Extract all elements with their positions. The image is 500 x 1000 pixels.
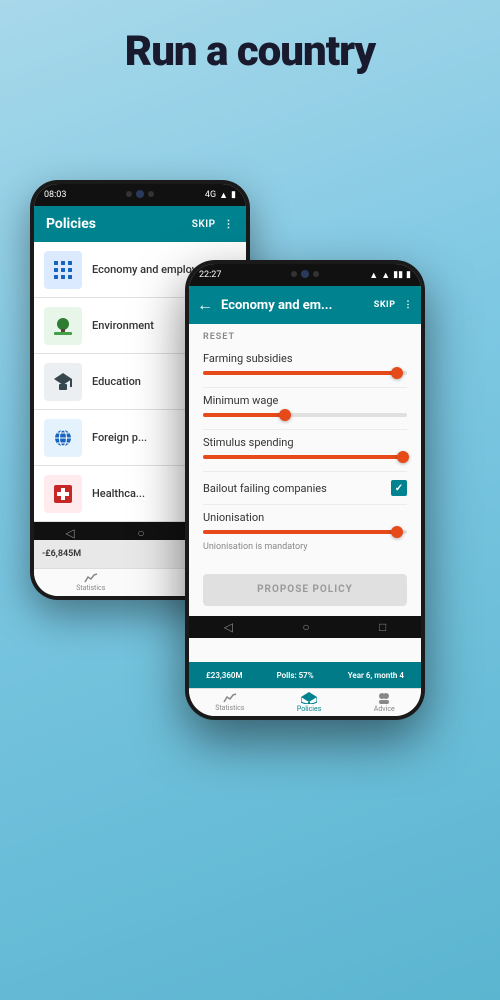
nav-statistics-back[interactable]: Statistics	[76, 573, 105, 592]
camera-area-back	[126, 190, 154, 198]
camera-area-front	[291, 270, 319, 278]
propose-policy-button[interactable]: PROPOSE POLICY	[203, 574, 407, 606]
phone-front: 22:27 ▲ ▲ ▮▮ ▮ ← Economy and em... S	[185, 260, 425, 720]
nav-advice-front[interactable]: Advice	[374, 692, 395, 713]
policy-icon-education	[44, 363, 82, 401]
network-icon-back: 4G	[205, 190, 216, 200]
android-back-back[interactable]: ◁	[65, 526, 74, 540]
nav-advice-label-front: Advice	[374, 705, 395, 713]
farming-slider[interactable]	[203, 371, 407, 375]
amount-back: -£6,845M	[42, 549, 81, 559]
policy-icon-healthcare	[44, 475, 82, 513]
policy-row-farming: Farming subsidies	[203, 346, 407, 388]
android-home-front[interactable]: ○	[302, 620, 309, 634]
farming-slider-fill	[203, 371, 397, 375]
farming-label: Farming subsidies	[203, 352, 407, 365]
policy-icon-environment	[44, 307, 82, 345]
signal-icon-front: ▮▮	[393, 270, 403, 280]
policy-label-education: Education	[92, 375, 141, 388]
policy-row-union: Unionisation Unionisation is mandatory	[203, 505, 407, 564]
union-slider-fill	[203, 530, 397, 534]
stimulus-slider[interactable]	[203, 455, 407, 459]
battery-icon-back: ▮	[231, 190, 236, 200]
camera-dot2-front	[313, 271, 319, 277]
farming-slider-thumb[interactable]	[391, 367, 403, 379]
union-slider-thumb[interactable]	[391, 526, 403, 538]
wifi-icon-front: ▲	[381, 270, 390, 281]
bottom-nav-front: Statistics Policies Ad	[189, 688, 421, 716]
phones-area: 08:03 4G ▲ ▮ Policies SKIP ⋮	[0, 140, 500, 1000]
time-front: 22:27	[199, 270, 221, 280]
bailout-label: Bailout failing companies	[203, 482, 327, 495]
reset-label[interactable]: RESET	[203, 324, 407, 346]
union-slider[interactable]	[203, 530, 407, 534]
time-back: 08:03	[44, 190, 66, 200]
polls-front: Polls: 57%	[277, 671, 314, 680]
policy-detail-content: RESET Farming subsidies Minimum wage	[189, 324, 421, 606]
camera-dot-back	[126, 191, 132, 197]
wage-slider-thumb[interactable]	[279, 409, 291, 421]
app-bar-actions-front: SKIP ⋮	[374, 300, 413, 310]
skip-button-back[interactable]: SKIP	[192, 219, 216, 230]
wage-label: Minimum wage	[203, 394, 407, 407]
app-bar-title-back: Policies	[46, 216, 96, 232]
policy-row-bailout[interactable]: Bailout failing companies ✓	[203, 472, 407, 505]
bottom-status-front: £23,360M Polls: 57% Year 6, month 4	[189, 662, 421, 688]
camera-lens-front	[301, 270, 309, 278]
battery-icon-front: ▮	[406, 270, 411, 280]
stimulus-label: Stimulus spending	[203, 436, 407, 449]
nav-policies-front[interactable]: Policies	[297, 692, 321, 713]
app-bar-back: Policies SKIP ⋮	[34, 206, 246, 242]
wage-slider-fill	[203, 413, 285, 417]
signal-icon-back: ▲	[219, 190, 228, 201]
android-back-front[interactable]: ◁	[224, 620, 233, 634]
android-recents-front[interactable]: □	[379, 620, 386, 634]
android-home-back[interactable]: ○	[137, 526, 144, 540]
year-front: Year 6, month 4	[348, 671, 404, 680]
policy-row-stimulus: Stimulus spending	[203, 430, 407, 472]
nav-policies-label-front: Policies	[297, 705, 321, 713]
menu-icon-back[interactable]: ⋮	[224, 219, 235, 230]
amount-front: £23,360M	[206, 671, 242, 680]
nav-stats-label-front: Statistics	[215, 704, 244, 712]
bailout-checkbox[interactable]: ✓	[391, 480, 407, 496]
policy-icon-economy	[44, 251, 82, 289]
policy-icon-foreign	[44, 419, 82, 457]
stimulus-slider-thumb[interactable]	[397, 451, 409, 463]
policy-label-healthcare: Healthca...	[92, 487, 145, 500]
nav-stats-label-back: Statistics	[76, 584, 105, 592]
camera-dot-front	[291, 271, 297, 277]
android-nav-front: ◁ ○ □	[189, 616, 421, 638]
status-icons-front: ▲ ▲ ▮▮ ▮	[369, 270, 411, 281]
camera-lens-back	[136, 190, 144, 198]
app-bar-actions-back: SKIP ⋮	[192, 219, 234, 230]
union-note: Unionisation is mandatory	[203, 538, 407, 556]
union-label: Unionisation	[203, 511, 407, 524]
camera-dot2-back	[148, 191, 154, 197]
app-bar-title-front: Economy and em...	[221, 298, 366, 313]
status-icons-back: 4G ▲ ▮	[205, 190, 236, 201]
back-button-front[interactable]: ←	[197, 295, 213, 315]
hero-title: Run a country	[0, 0, 500, 76]
phone-front-screen: 22:27 ▲ ▲ ▮▮ ▮ ← Economy and em... S	[189, 264, 421, 716]
wage-slider[interactable]	[203, 413, 407, 417]
nav-statistics-front[interactable]: Statistics	[215, 693, 244, 712]
menu-icon-front[interactable]: ⋮	[404, 300, 414, 310]
policy-label-foreign: Foreign p...	[92, 431, 147, 444]
policy-label-environment: Environment	[92, 319, 154, 332]
skip-button-front[interactable]: SKIP	[374, 300, 396, 310]
policy-row-wage: Minimum wage	[203, 388, 407, 430]
stimulus-slider-fill	[203, 455, 403, 459]
network-icon-front: ▲	[369, 270, 378, 281]
app-bar-front: ← Economy and em... SKIP ⋮	[189, 286, 421, 324]
